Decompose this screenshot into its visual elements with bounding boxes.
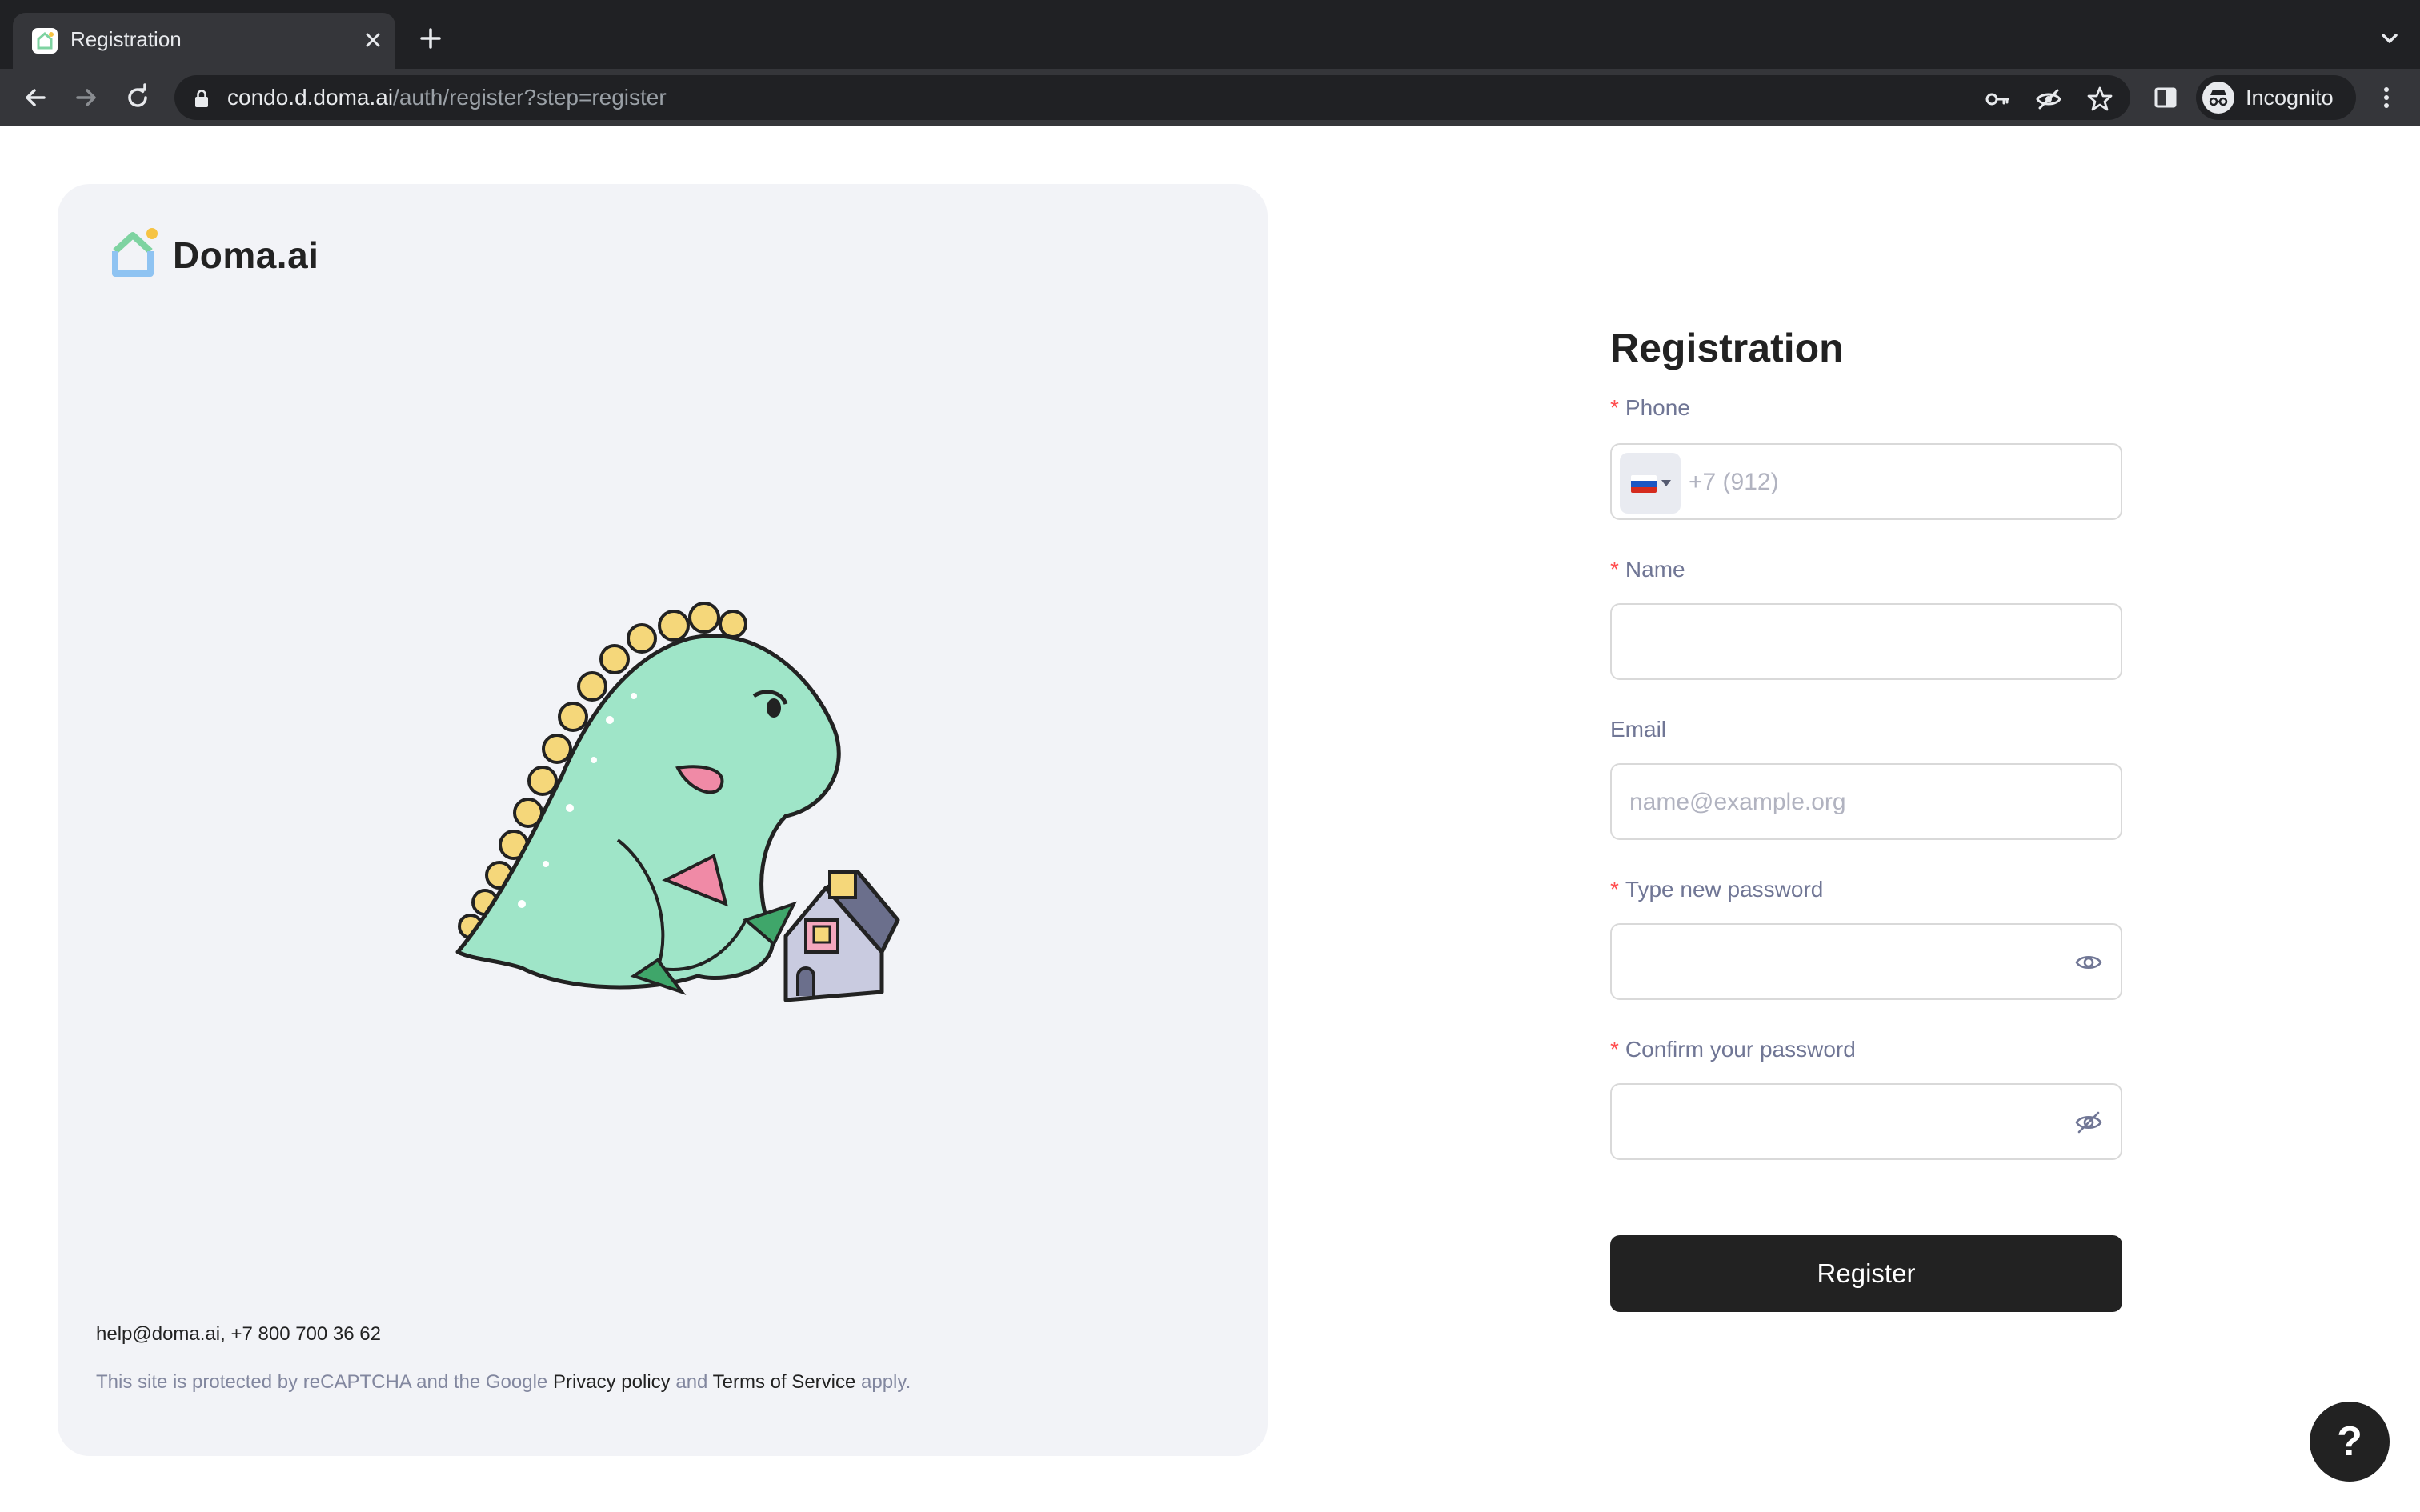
url-text: condo.d.doma.ai/auth/register?step=regis…	[227, 85, 667, 110]
name-label-text: Name	[1625, 557, 1685, 582]
name-field[interactable]	[1610, 603, 2122, 680]
password-label-text: Type new password	[1625, 877, 1824, 902]
page-title: Registration	[1610, 326, 1844, 370]
incognito-profile-button[interactable]: Incognito	[2196, 75, 2356, 120]
caret-down-icon	[1661, 480, 1671, 486]
register-button-label: Register	[1817, 1258, 1916, 1288]
eye-icon[interactable]	[2074, 950, 2103, 974]
required-mark: *	[1610, 877, 1619, 902]
reload-icon[interactable]	[122, 82, 154, 114]
phone-placeholder: +7 (912)	[1689, 469, 1779, 495]
email-label: Email	[1610, 717, 1666, 742]
phone-label: * Phone	[1610, 395, 1690, 421]
email-label-text: Email	[1610, 717, 1667, 742]
logo-house-icon	[109, 227, 160, 284]
url-host: condo.d.doma.ai	[227, 85, 394, 110]
new-password-field[interactable]	[1610, 923, 2122, 1000]
required-mark: *	[1610, 1037, 1619, 1062]
browser-toolbar: condo.d.doma.ai/auth/register?step=regis…	[0, 69, 2420, 126]
password-label: * Type new password	[1610, 877, 1823, 902]
kebab-menu-icon[interactable]	[2372, 83, 2401, 112]
side-panel-icon[interactable]	[2151, 83, 2180, 112]
back-arrow-icon[interactable]	[19, 82, 51, 114]
tab-search-chevron-icon[interactable]	[2375, 24, 2404, 53]
bookmark-star-icon[interactable]	[2085, 85, 2114, 114]
terms-of-service-link[interactable]: Terms of Service	[713, 1371, 856, 1393]
ru-flag-icon	[1631, 475, 1657, 493]
brand-name: Doma.ai	[173, 234, 319, 276]
dinosaur-illustration	[410, 600, 986, 1032]
confirm-password-field[interactable]	[1610, 1083, 2122, 1160]
page-content: Doma.ai help@doma.ai, +7 800 700 36 62 T…	[0, 126, 2420, 1512]
required-mark: *	[1610, 395, 1619, 420]
recaptcha-and: and	[675, 1371, 708, 1393]
address-bar[interactable]: condo.d.doma.ai/auth/register?step=regis…	[174, 75, 2130, 120]
recaptcha-suffix: apply.	[861, 1371, 912, 1393]
forward-arrow-icon[interactable]	[70, 82, 102, 114]
confirm-password-label-text: Confirm your password	[1625, 1037, 1856, 1062]
eye-off-icon[interactable]	[2034, 85, 2063, 114]
privacy-policy-link[interactable]: Privacy policy	[553, 1371, 671, 1393]
new-tab-icon[interactable]	[415, 22, 447, 54]
key-icon[interactable]	[1983, 85, 2012, 114]
brand-logo[interactable]: Doma.ai	[109, 226, 349, 290]
promo-panel: Doma.ai help@doma.ai, +7 800 700 36 62 T…	[58, 184, 1268, 1456]
phone-label-text: Phone	[1625, 395, 1690, 420]
recaptcha-notice: This site is protected by reCAPTCHA and …	[96, 1371, 911, 1394]
incognito-label: Incognito	[2246, 86, 2334, 110]
phone-field[interactable]: +7 (912)	[1610, 443, 2122, 520]
incognito-icon	[2202, 82, 2234, 114]
lock-icon[interactable]	[192, 88, 211, 109]
help-button[interactable]: ?	[2310, 1402, 2390, 1482]
support-email[interactable]: help@doma.ai	[96, 1323, 220, 1345]
contact-separator: ,	[220, 1323, 226, 1345]
support-phone[interactable]: +7 800 700 36 62	[230, 1323, 381, 1345]
email-field[interactable]: name@example.org	[1610, 763, 2122, 840]
email-placeholder: name@example.org	[1629, 789, 1846, 815]
tab-close-icon[interactable]	[359, 26, 387, 54]
url-path: /auth/register?step=register	[393, 85, 667, 110]
support-contacts: help@doma.ai, +7 800 700 36 62	[96, 1323, 381, 1346]
tab-title: Registration	[70, 27, 182, 51]
help-question-icon: ?	[2337, 1418, 2362, 1465]
required-mark: *	[1610, 557, 1619, 582]
name-label: * Name	[1610, 557, 1685, 582]
register-button[interactable]: Register	[1610, 1235, 2122, 1312]
confirm-password-label: * Confirm your password	[1610, 1037, 1856, 1062]
browser-tab[interactable]: Registration	[13, 13, 395, 69]
browser-tabstrip: Registration	[0, 0, 2420, 69]
eye-off-icon[interactable]	[2074, 1110, 2103, 1134]
recaptcha-prefix: This site is protected by reCAPTCHA and …	[96, 1371, 548, 1393]
country-selector[interactable]	[1620, 453, 1681, 514]
favicon-icon	[32, 28, 58, 54]
